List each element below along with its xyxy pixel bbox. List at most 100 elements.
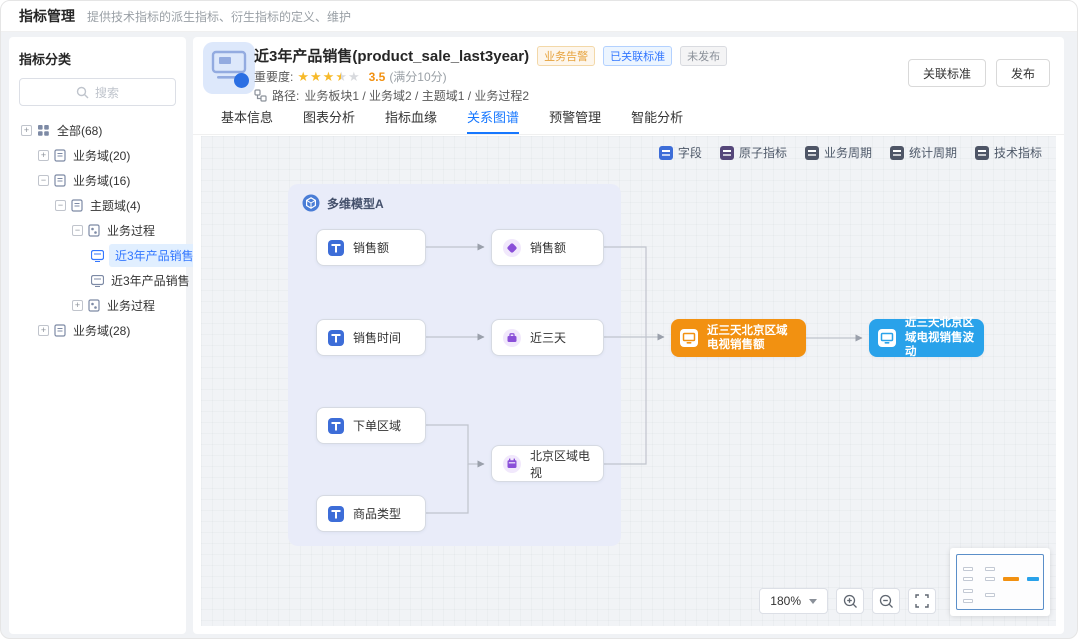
graph-node-field[interactable]: 商品类型 [316,495,426,532]
minimap-node [985,577,995,581]
tree-item-domain20[interactable]: + 业务域(20) [19,143,176,168]
expander-icon[interactable]: + [72,300,83,311]
tree-item-label: 业务过程 [105,294,157,317]
associate-standard-button[interactable]: 关联标准 [908,59,986,87]
app-subtitle: 提供技术指标的派生指标、衍生指标的定义、维护 [87,8,351,25]
tab-bar: 基本信息 图表分析 指标血缘 关系图谱 预警管理 智能分析 [193,104,1064,135]
status-badge-alert: 业务告警 [537,46,595,66]
status-badge-unpublished: 未发布 [680,46,727,66]
minimap-node-derived [1003,577,1019,581]
zoom-level-value: 180% [770,594,801,608]
tree-item-domain28[interactable]: + 业务域(28) [19,318,176,343]
expander-icon[interactable]: − [72,225,83,236]
graph-edges [201,136,1056,626]
zoom-toolbar: 180% [759,588,936,614]
main-panel: 近3年产品销售(product_sale_last3year) 业务告警 已关联… [193,37,1064,634]
zoom-level-select[interactable]: 180% [759,588,828,614]
tab-relation-graph[interactable]: 关系图谱 [467,104,519,134]
app-window: 指标管理 提供技术指标的派生指标、衍生指标的定义、维护 指标分类 搜索 + 全部… [0,0,1078,639]
tree-item-metric-selected[interactable]: 近3年产品销售 [19,243,176,268]
tree-item-label: 业务域(16) [71,169,132,192]
node-label: 下单区域 [353,417,401,434]
graph-node-statistic-period[interactable]: 北京区域电视 [491,445,604,482]
minimap-node [963,567,973,571]
search-icon [76,86,89,99]
tab-ai-analysis[interactable]: 智能分析 [631,104,683,134]
star-rating: ★★★★★ [297,69,360,85]
zoom-out-button[interactable] [872,588,900,614]
node-label: 商品类型 [353,505,401,522]
minimap-node [963,589,973,593]
graph-node-tech-metric[interactable]: 近三天北京区域电视销售波动 [869,319,984,357]
node-label: 北京区域电视 [530,447,593,481]
minimap-node-tech [1027,577,1039,581]
graph-node-field[interactable]: 销售额 [316,229,426,266]
node-label: 近三天 [530,329,566,346]
graph-node-field[interactable]: 下单区域 [316,407,426,444]
expander-icon[interactable]: − [38,175,49,186]
field-icon [327,505,345,523]
graph-node-business-period[interactable]: 近三天 [491,319,604,356]
graph-node-field[interactable]: 销售时间 [316,319,426,356]
process-icon [88,224,100,237]
expander-icon[interactable]: + [38,325,49,336]
tech-metric-icon [679,328,699,348]
doc-icon [54,174,66,187]
rating-max-label: (满分10分) [389,68,446,85]
sidebar-title: 指标分类 [19,49,176,68]
minimap-node [985,593,995,597]
doc-icon [54,149,66,162]
minimap-viewport[interactable] [956,554,1044,610]
path-icon [254,89,267,102]
node-label: 近三天北京区域电视销售波动 [905,316,976,359]
expander-icon[interactable]: − [55,200,66,211]
tree-item-label: 业务过程 [105,219,157,242]
tree-item-process-1[interactable]: − 业务过程 [19,218,176,243]
search-input[interactable]: 搜索 [19,78,176,106]
atomic-metric-icon [502,238,522,258]
tab-alert-management[interactable]: 预警管理 [549,104,601,134]
importance-label: 重要度: [254,68,293,85]
zoom-in-button[interactable] [836,588,864,614]
field-icon [327,329,345,347]
node-label: 销售额 [530,239,566,256]
path-label: 路径: [272,87,299,104]
tree-item-subject4[interactable]: − 主题域(4) [19,193,176,218]
expander-icon[interactable]: + [21,125,32,136]
rating-value: 3.5 [369,70,386,84]
tree-item-process-2[interactable]: + 业务过程 [19,293,176,318]
page-title: 近3年产品销售(product_sale_last3year) [254,45,529,66]
tree-item-all[interactable]: + 全部(68) [19,118,176,143]
tree-item-label: 主题域(4) [88,194,143,217]
tech-metric-icon [877,328,897,348]
relation-graph-canvas[interactable]: 字段 原子指标 业务周期 统计周期 技术指标 多维模型A [201,136,1056,626]
metric-avatar-icon [203,42,255,94]
minimap-node [963,577,973,581]
expander-icon[interactable]: + [38,150,49,161]
fit-screen-button[interactable] [908,588,936,614]
field-icon [327,239,345,257]
tree-item-label: 全部(68) [55,119,104,142]
collection-icon [37,124,50,137]
tab-metric-lineage[interactable]: 指标血缘 [385,104,437,134]
tree-item-domain16[interactable]: − 业务域(16) [19,168,176,193]
minimap-node [963,599,973,603]
status-badge-standard: 已关联标准 [603,46,672,66]
app-title: 指标管理 [19,6,75,26]
node-label: 销售时间 [353,329,401,346]
tree-item-label: 近3年产品销售 [109,269,192,292]
publish-button[interactable]: 发布 [996,59,1050,87]
tree-item-label: 近3年产品销售 [109,244,200,267]
status-dot [234,73,249,88]
minimap[interactable] [950,548,1050,616]
tree-item-metric[interactable]: 近3年产品销售 [19,268,176,293]
graph-node-derived-metric[interactable]: 近三天北京区域电视销售额 [671,319,806,357]
tab-basic-info[interactable]: 基本信息 [221,104,273,134]
doc-icon [71,199,83,212]
tab-chart-analysis[interactable]: 图表分析 [303,104,355,134]
graph-node-atomic-metric[interactable]: 销售额 [491,229,604,266]
minimap-node [985,567,995,571]
doc-icon [54,324,66,337]
node-label: 近三天北京区域电视销售额 [707,324,798,353]
process-icon [88,299,100,312]
